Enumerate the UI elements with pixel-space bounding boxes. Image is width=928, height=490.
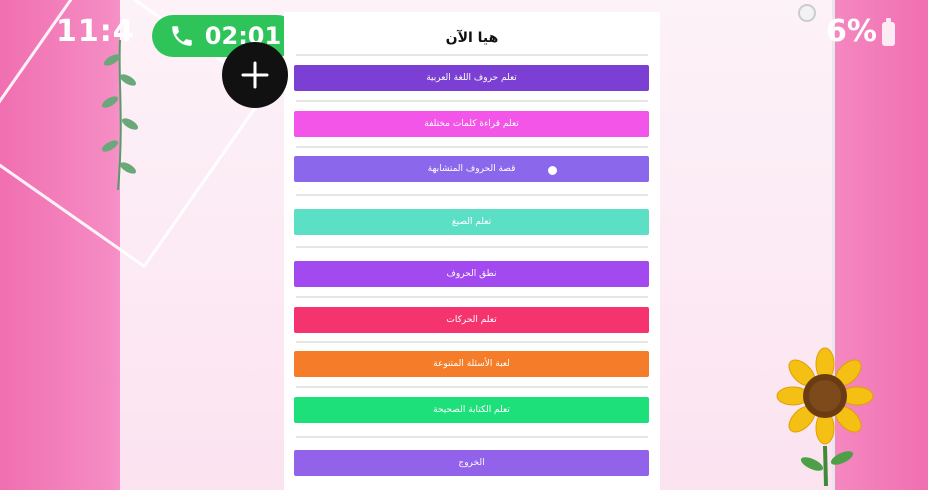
menu-button-2[interactable]: تعلم قراءة كلمات مختلفة <box>294 111 649 137</box>
divider <box>296 146 648 148</box>
menu-button-7[interactable]: لعبة الأسئلة المتنوعة <box>294 351 649 377</box>
divider <box>296 341 648 343</box>
touch-indicator <box>548 166 557 175</box>
battery-percentage: 6% <box>826 14 877 49</box>
menu-button-4[interactable]: تعلم الصيغ <box>294 209 649 235</box>
divider <box>296 386 648 388</box>
leaf-vine-icon <box>101 40 139 190</box>
menu-page: هيا الآن تعلم حروف اللغة العربية تعلم قر… <box>284 12 660 490</box>
menu-button-6[interactable]: تعلم الحركات <box>294 307 649 333</box>
divider <box>296 100 648 102</box>
menu-button-5[interactable]: نطق الحروف <box>294 261 649 287</box>
divider <box>296 54 648 56</box>
page-title: هيا الآن <box>445 30 499 46</box>
sunflower-icon <box>776 347 874 486</box>
divider <box>296 296 648 298</box>
status-time: 11:4 <box>56 14 135 49</box>
divider <box>296 194 648 196</box>
phone-icon <box>172 26 192 46</box>
menu-button-8[interactable]: تعلم الكتابة الصحيحة <box>294 397 649 423</box>
camera-dot <box>798 4 816 22</box>
divider <box>296 246 648 248</box>
plus-icon <box>241 61 269 89</box>
divider <box>296 436 648 438</box>
menu-button-1[interactable]: تعلم حروف اللغة العربية <box>294 65 649 91</box>
add-button[interactable] <box>222 42 288 108</box>
battery-icon <box>882 18 895 46</box>
menu-button-9[interactable]: الخروج <box>294 450 649 476</box>
menu-button-3[interactable]: قصة الحروف المتشابهة <box>294 156 649 182</box>
